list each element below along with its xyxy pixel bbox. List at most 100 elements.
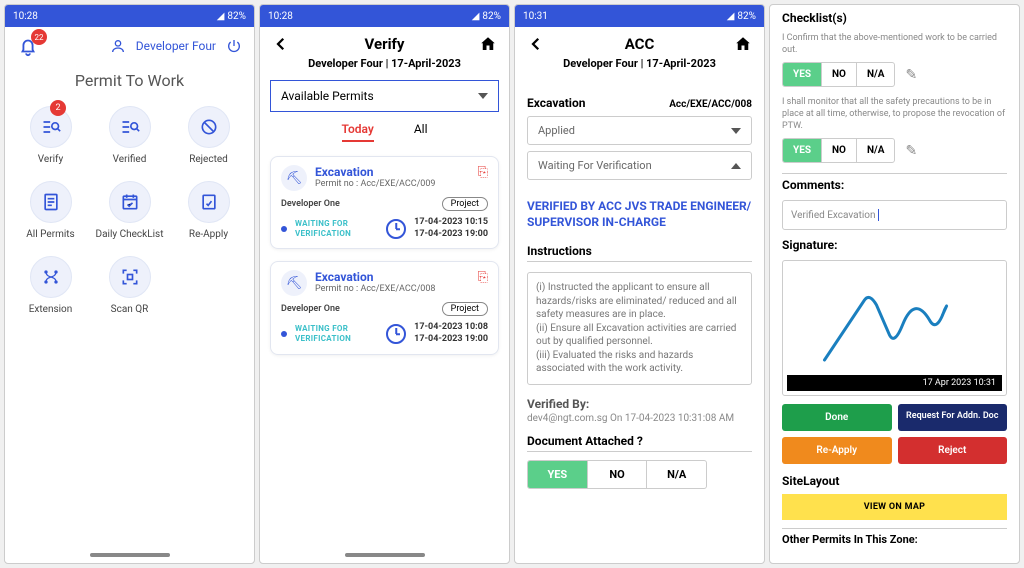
view-on-map-button[interactable]: VIEW ON MAP — [782, 494, 1007, 520]
sitelayout-heading: SiteLayout — [782, 474, 1007, 488]
status-text: WAITING FOR VERIFICATION — [295, 324, 378, 343]
grid-daily-checklist[interactable]: Daily CheckList — [92, 181, 167, 240]
notif-badge: 22 — [31, 29, 47, 45]
power-icon[interactable] — [226, 38, 242, 54]
grid-label: Verified — [113, 154, 147, 165]
document-attached-heading: Document Attached ? — [527, 434, 752, 452]
qr-icon — [109, 256, 151, 298]
battery-pct: 82% — [737, 11, 756, 22]
back-button[interactable] — [527, 35, 545, 53]
acc-header: ACC — [515, 27, 764, 55]
permit-card[interactable]: ⛏ Excavation Permit no : Acc/EXE/ACC/009… — [270, 156, 499, 249]
statusbar: 10:28 ◢ 82% — [5, 5, 254, 27]
option-na[interactable]: N/A — [647, 461, 706, 488]
status-select-2[interactable]: Waiting For Verification — [527, 151, 752, 180]
home-header: 22 Developer Four — [5, 27, 254, 65]
select-label: Available Permits — [281, 89, 374, 103]
permit-no: Permit no : Acc/EXE/ACC/008 — [315, 284, 435, 294]
extension-icon — [30, 256, 72, 298]
comment-input[interactable]: Verified Excavation — [782, 200, 1007, 230]
wifi-icon: ◢ — [472, 11, 480, 22]
option-no[interactable]: NO — [588, 461, 648, 488]
grid-reapply[interactable]: Re-Apply — [171, 181, 246, 240]
verify-tabs: Today All — [260, 120, 509, 150]
doc-attached-options: YES NO N/A — [527, 460, 707, 489]
permit-times: 17-04-2023 10:15 17-04-2023 19:00 — [414, 217, 488, 240]
verified-icon — [109, 106, 151, 148]
verified-by-heading: Verified By: — [527, 397, 752, 411]
grid-label: Rejected — [189, 154, 228, 165]
grid-label: Daily CheckList — [96, 229, 164, 240]
home-indicator — [345, 553, 425, 557]
option-na[interactable]: N/A — [857, 139, 895, 162]
signature-canvas[interactable] — [787, 265, 1002, 375]
permit-title: Excavation — [315, 165, 435, 179]
status-dot — [281, 331, 287, 337]
chevron-down-icon — [731, 128, 741, 134]
confirm-text-1: I Confirm that the above-mentioned work … — [782, 33, 1007, 56]
reject-button[interactable]: Reject — [898, 437, 1008, 464]
grid-scan-qr[interactable]: Scan QR — [92, 256, 167, 315]
grid-label: Scan QR — [111, 304, 149, 315]
other-permits-heading: Other Permits In This Zone: — [782, 528, 1007, 546]
option-yes[interactable]: YES — [783, 139, 822, 162]
grid-verified[interactable]: Verified — [92, 106, 167, 165]
comments-heading: Comments: — [782, 178, 1007, 192]
copy-icon[interactable]: ⎘ — [478, 165, 488, 180]
page-title: Permit To Work — [5, 65, 254, 106]
done-button[interactable]: Done — [782, 404, 892, 431]
back-button[interactable] — [272, 35, 290, 53]
wifi-icon: ◢ — [727, 11, 735, 22]
checklist-heading: Checklist(s) — [782, 11, 1007, 25]
request-doc-button[interactable]: Request For Addn. Doc — [898, 404, 1008, 431]
grid-label: Extension — [29, 304, 73, 315]
clock-icon — [386, 324, 406, 344]
excavation-icon: ⛏ — [281, 165, 307, 191]
action-buttons: Done Request For Addn. Doc Re-Apply Reje… — [782, 404, 1007, 464]
reapply-button[interactable]: Re-Apply — [782, 437, 892, 464]
notifications-button[interactable]: 22 — [17, 35, 39, 57]
signature-timestamp: 17 Apr 2023 10:31 — [787, 375, 1002, 391]
grid-rejected[interactable]: Rejected — [171, 106, 246, 165]
document-icon — [30, 181, 72, 223]
project-pill: Project — [442, 302, 488, 316]
calendar-check-icon — [109, 181, 151, 223]
tab-all[interactable]: All — [414, 122, 428, 142]
option-yes[interactable]: YES — [528, 461, 588, 488]
reapply-icon — [188, 181, 230, 223]
copy-icon[interactable]: ⎘ — [478, 270, 488, 285]
grid-verify[interactable]: 2 Verify — [13, 106, 88, 165]
clock-icon — [386, 219, 406, 239]
note-icon[interactable]: ✎ — [905, 143, 917, 159]
verify-header: Verify — [260, 27, 509, 55]
status-text: WAITING FOR VERIFICATION — [295, 219, 378, 238]
verified-title: VERIFIED BY ACC JVS TRADE ENGINEER/ SUPE… — [527, 198, 752, 230]
grid-all-permits[interactable]: All Permits — [13, 181, 88, 240]
option-no[interactable]: NO — [822, 63, 857, 86]
status-select-1[interactable]: Applied — [527, 116, 752, 145]
grid-extension[interactable]: Extension — [13, 256, 88, 315]
screen-verify: 10:28 ◢82% Verify Developer Four | 17-Ap… — [259, 4, 510, 564]
option-na[interactable]: N/A — [857, 63, 895, 86]
signature-box[interactable]: 17 Apr 2023 10:31 — [782, 260, 1007, 396]
user-name[interactable]: Developer Four — [136, 39, 216, 53]
note-icon[interactable]: ✎ — [905, 67, 917, 83]
permit-title: Excavation — [315, 270, 435, 284]
option-yes[interactable]: YES — [783, 63, 822, 86]
verified-by-value: dev4@ngt.com.sg On 17-04-2023 10:31:08 A… — [527, 413, 752, 424]
option-no[interactable]: NO — [822, 139, 857, 162]
statusbar: 10:31 ◢82% — [515, 5, 764, 27]
available-permits-select[interactable]: Available Permits — [270, 80, 499, 112]
user-icon[interactable] — [110, 38, 126, 54]
home-button[interactable] — [479, 35, 497, 53]
grid-label: Re-Apply — [189, 229, 228, 240]
screen-checklist: Checklist(s) I Confirm that the above-me… — [769, 4, 1020, 564]
developer-name: Developer One — [281, 199, 340, 209]
permit-card[interactable]: ⛏ Excavation Permit no : Acc/EXE/ACC/008… — [270, 261, 499, 354]
tab-today[interactable]: Today — [342, 122, 374, 142]
home-indicator — [90, 553, 170, 557]
status-dot — [281, 226, 287, 232]
home-button[interactable] — [734, 35, 752, 53]
status-time: 10:28 — [13, 11, 38, 22]
grid-label: All Permits — [26, 229, 74, 240]
